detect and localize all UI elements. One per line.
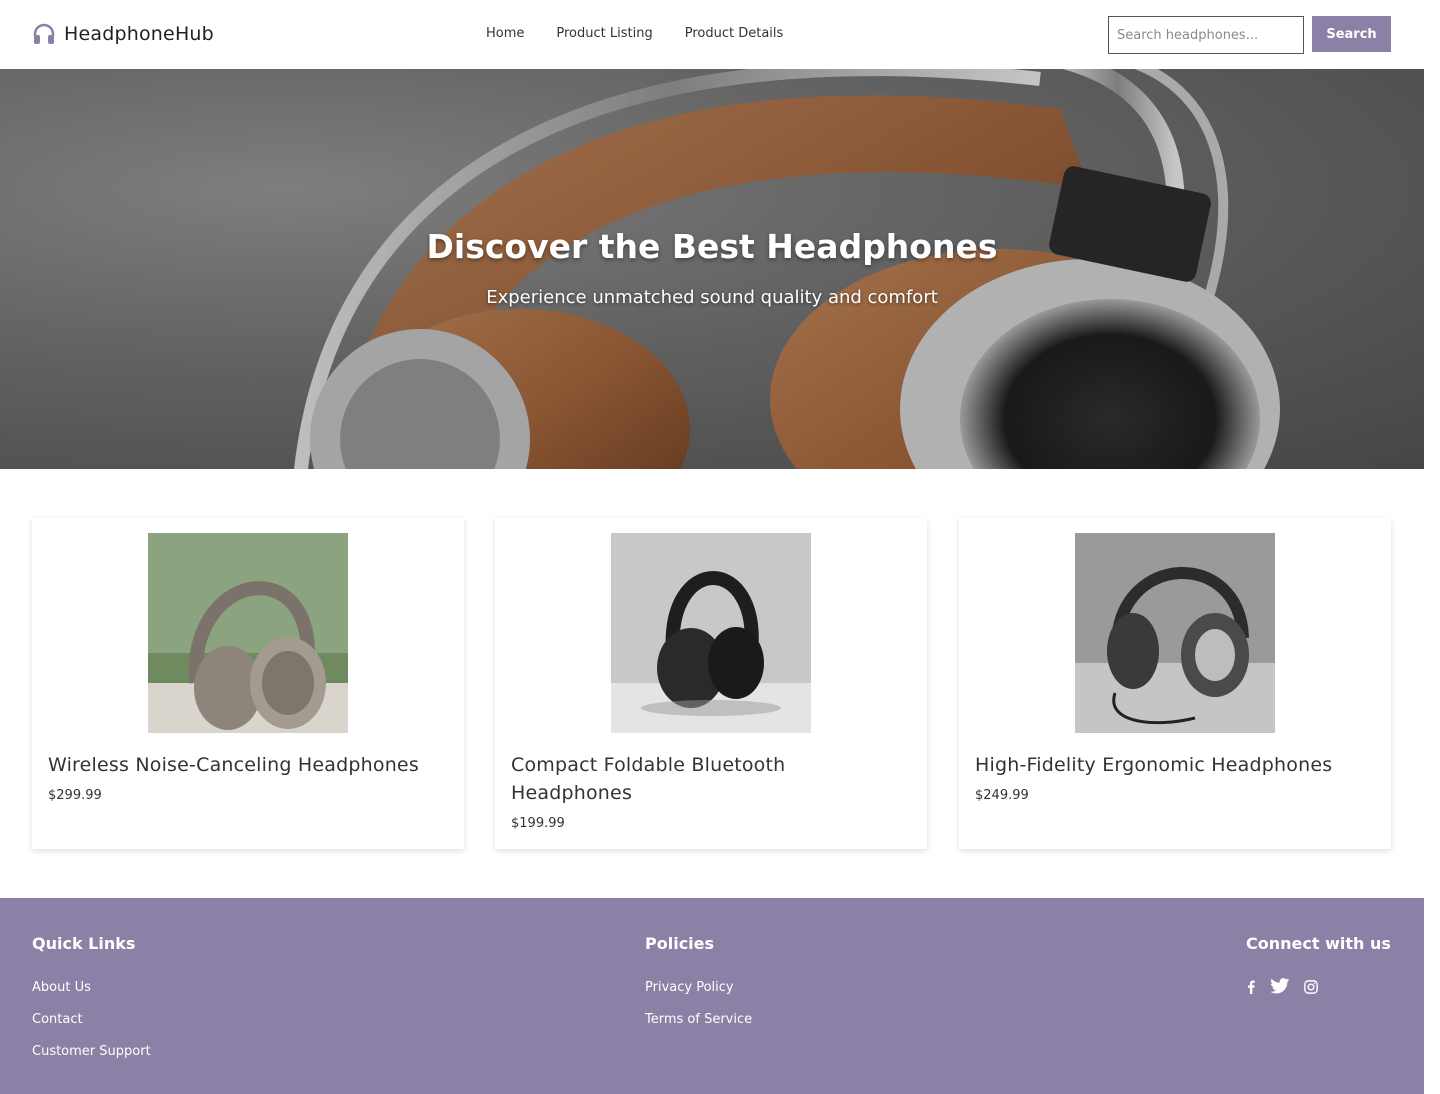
footer-link-contact[interactable]: Contact (32, 1012, 83, 1027)
product-card[interactable]: Compact Foldable Bluetooth Headphones $1… (495, 518, 927, 849)
search-button[interactable]: Search (1312, 16, 1391, 52)
policies-heading: Policies (645, 934, 715, 953)
nav-product-listing[interactable]: Product Listing (556, 24, 652, 43)
product-card[interactable]: High-Fidelity Ergonomic Headphones $249.… (959, 518, 1391, 849)
headphones-photo-icon (1075, 533, 1275, 733)
product-price: $249.99 (975, 788, 1029, 803)
footer-link-support[interactable]: Customer Support (32, 1044, 151, 1059)
search-input[interactable] (1108, 16, 1304, 54)
quick-links-heading: Quick Links (32, 934, 136, 953)
product-name[interactable]: High-Fidelity Ergonomic Headphones (975, 751, 1375, 779)
product-card[interactable]: Wireless Noise-Canceling Headphones $299… (32, 518, 464, 849)
footer-link-privacy[interactable]: Privacy Policy (645, 980, 734, 995)
brand-name: HeadphoneHub (64, 23, 214, 45)
hero-subtitle: Experience unmatched sound quality and c… (486, 287, 938, 308)
nav-product-details[interactable]: Product Details (685, 24, 784, 43)
twitter-icon[interactable] (1270, 978, 1290, 998)
site-header: HeadphoneHub Home Product Listing Produc… (0, 0, 1424, 69)
headphones-logo-icon (33, 23, 55, 44)
facebook-icon[interactable] (1246, 979, 1256, 998)
headphones-photo-icon (148, 533, 348, 733)
hero-banner: Discover the Best Headphones Experience … (0, 69, 1424, 469)
social-links (1246, 978, 1318, 998)
product-name[interactable]: Wireless Noise-Canceling Headphones (48, 751, 448, 779)
nav-home[interactable]: Home (486, 24, 524, 43)
site-footer: Quick Links About Us Contact Customer Su… (0, 898, 1424, 1094)
product-name[interactable]: Compact Foldable Bluetooth Headphones (511, 751, 911, 807)
hero-overlay (0, 69, 1424, 469)
product-image[interactable] (611, 533, 811, 733)
footer-link-about[interactable]: About Us (32, 980, 91, 995)
hero-title: Discover the Best Headphones (426, 227, 998, 266)
instagram-icon[interactable] (1304, 979, 1318, 998)
connect-heading: Connect with us (1246, 934, 1391, 953)
main-nav: Home Product Listing Product Details (486, 24, 783, 43)
brand-logo[interactable]: HeadphoneHub (32, 21, 214, 47)
product-price: $199.99 (511, 816, 565, 831)
product-price: $299.99 (48, 788, 102, 803)
footer-link-terms[interactable]: Terms of Service (645, 1012, 752, 1027)
headphones-photo-icon (611, 533, 811, 733)
product-image[interactable] (1075, 533, 1275, 733)
product-image[interactable] (148, 533, 348, 733)
